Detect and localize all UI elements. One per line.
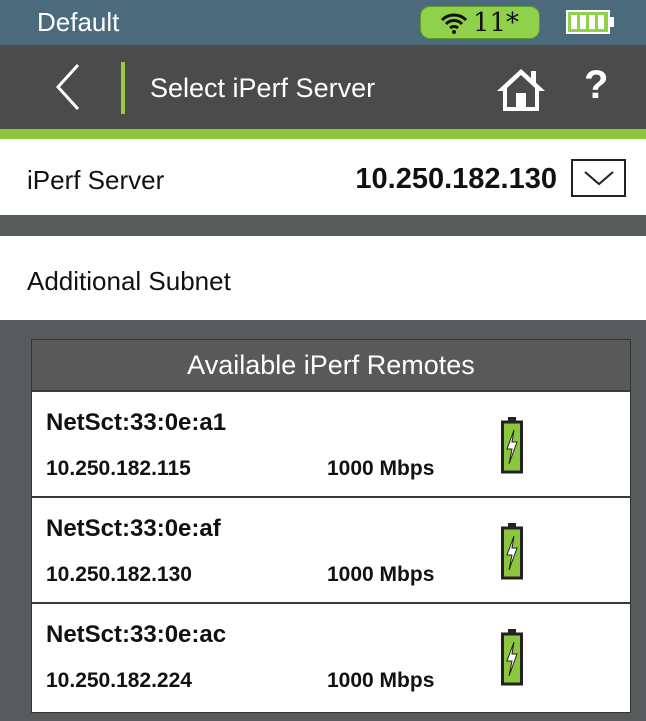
remote-ip: 10.250.182.115	[46, 457, 191, 480]
profile-name: Default	[37, 7, 120, 37]
additional-subnet-label: Additional Subnet	[27, 266, 231, 296]
remote-item[interactable]: NetSct:33:0e:af 10.250.182.130 1000 Mbps	[32, 496, 630, 602]
remote-ip: 10.250.182.130	[46, 563, 192, 586]
remote-name: NetSct:33:0e:a1	[46, 409, 227, 436]
chevron-down-icon	[583, 171, 614, 186]
remote-item[interactable]: NetSct:33:0e:a1 10.250.182.115 1000 Mbps	[32, 390, 630, 496]
remotes-panel: Available iPerf Remotes NetSct:33:0e:a1 …	[31, 339, 631, 713]
chevron-left-icon	[55, 63, 80, 111]
remote-name: NetSct:33:0e:ac	[46, 621, 227, 648]
home-button[interactable]	[493, 65, 549, 113]
remote-speed: 1000 Mbps	[327, 457, 435, 480]
accent-strip	[0, 129, 646, 139]
page-title: Select iPerf Server	[150, 73, 376, 103]
iperf-server-row: iPerf Server 10.250.182.130	[0, 139, 646, 215]
battery-charging-icon	[501, 417, 523, 474]
remote-speed: 1000 Mbps	[327, 669, 435, 692]
battery-charging-icon	[501, 523, 523, 580]
additional-subnet-row[interactable]: Additional Subnet	[0, 236, 646, 320]
wifi-channel: 11*	[472, 7, 520, 38]
remote-ip: 10.250.182.224	[46, 669, 192, 692]
nav-divider	[121, 62, 125, 114]
remote-item[interactable]: NetSct:33:0e:ac 10.250.182.224 1000 Mbps	[32, 602, 630, 708]
remotes-header: Available iPerf Remotes	[32, 340, 630, 390]
wifi-status[interactable]: 11*	[420, 6, 540, 39]
status-bar: Default 11*	[0, 0, 646, 45]
wifi-icon	[440, 13, 467, 34]
back-button[interactable]	[44, 59, 94, 115]
remote-name: NetSct:33:0e:af	[46, 515, 221, 542]
nav-bar: Select iPerf Server ?	[0, 45, 646, 129]
iperf-server-value: 10.250.182.130	[355, 163, 557, 195]
iperf-server-label: iPerf Server	[27, 165, 165, 195]
home-icon	[497, 69, 545, 111]
battery-charging-icon	[501, 629, 523, 686]
iperf-server-dropdown[interactable]	[571, 159, 626, 197]
help-button[interactable]: ?	[584, 63, 608, 108]
remote-speed: 1000 Mbps	[327, 563, 435, 586]
battery-full-icon	[566, 10, 614, 34]
